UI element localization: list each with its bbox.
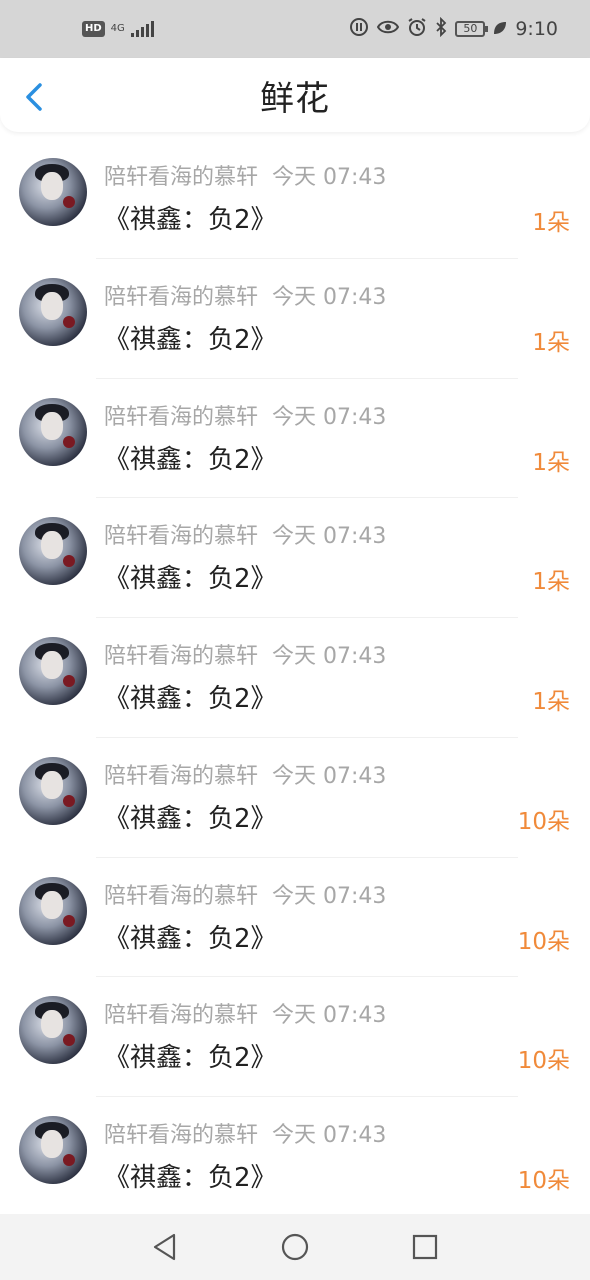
timestamp: 今天 07:43 (272, 1003, 387, 1029)
status-left: HD 4G (82, 21, 154, 37)
status-right: 50 9:10 (349, 16, 558, 42)
list-item[interactable]: 陪轩看海的慕轩 今天 07:43 《祺鑫：负2》 1朵 (0, 618, 590, 738)
book-title[interactable]: 《祺鑫：负2》 (104, 918, 277, 955)
user-name[interactable]: 陪轩看海的慕轩 (104, 644, 258, 669)
nav-home-icon[interactable] (280, 1232, 310, 1262)
flower-count: 10朵 (517, 928, 570, 955)
user-name[interactable]: 陪轩看海的慕轩 (104, 764, 258, 789)
status-bar: HD 4G 50 9:10 (0, 0, 590, 58)
timestamp: 今天 07:43 (272, 763, 387, 789)
alarm-icon (407, 17, 427, 42)
book-title[interactable]: 《祺鑫：负2》 (104, 199, 277, 236)
book-title[interactable]: 《祺鑫：负2》 (104, 319, 277, 356)
system-nav-bar (0, 1214, 590, 1280)
flower-count: 10朵 (517, 808, 570, 835)
book-title[interactable]: 《祺鑫：负2》 (104, 439, 277, 476)
timestamp: 今天 07:43 (272, 284, 387, 310)
book-title[interactable]: 《祺鑫：负2》 (104, 558, 277, 595)
page-title: 鲜花 (260, 78, 330, 119)
book-title[interactable]: 《祺鑫：负2》 (104, 678, 277, 715)
timestamp: 今天 07:43 (272, 644, 387, 669)
avatar[interactable] (19, 637, 87, 705)
item-meta: 陪轩看海的慕轩 今天 07:43 (104, 758, 386, 790)
flower-count: 1朵 (532, 569, 570, 596)
avatar[interactable] (19, 517, 87, 586)
back-icon[interactable] (22, 82, 46, 112)
user-name[interactable]: 陪轩看海的慕轩 (104, 524, 258, 549)
timestamp: 今天 07:43 (272, 524, 387, 550)
book-title[interactable]: 《祺鑫：负2》 (104, 1037, 277, 1074)
avatar[interactable] (19, 277, 87, 346)
list-item[interactable]: 陪轩看海的慕轩 今天 07:43 《祺鑫：负2》 1朵 (0, 498, 590, 618)
eye-icon (377, 19, 400, 40)
avatar[interactable] (19, 756, 87, 825)
timestamp: 今天 07:43 (272, 883, 387, 909)
item-meta: 陪轩看海的慕轩 今天 07:43 (104, 638, 386, 670)
user-name[interactable]: 陪轩看海的慕轩 (104, 405, 258, 430)
signal-icon (130, 21, 154, 37)
user-name[interactable]: 陪轩看海的慕轩 (104, 1123, 258, 1148)
item-meta: 陪轩看海的慕轩 今天 07:43 (104, 1117, 386, 1149)
list-item[interactable]: 陪轩看海的慕轩 今天 07:43 《祺鑫：负2》 10朵 (0, 977, 590, 1097)
list-item[interactable]: 陪轩看海的慕轩 今天 07:43 《祺鑫：负2》 10朵 (0, 858, 590, 978)
timestamp: 今天 07:43 (272, 1123, 387, 1148)
list-item[interactable]: 陪轩看海的慕轩 今天 07:43 《祺鑫：负2》 10朵 (0, 1097, 590, 1217)
flower-count: 10朵 (517, 1168, 570, 1194)
avatar[interactable] (19, 876, 87, 945)
timestamp: 今天 07:43 (272, 165, 387, 190)
user-name[interactable]: 陪轩看海的慕轩 (104, 165, 258, 190)
header: 鲜花 (0, 58, 590, 132)
avatar[interactable] (19, 1116, 87, 1184)
list-item[interactable]: 陪轩看海的慕轩 今天 07:43 《祺鑫：负2》 10朵 (0, 738, 590, 858)
avatar[interactable] (19, 996, 87, 1065)
nav-recents-icon[interactable] (410, 1232, 440, 1262)
clock: 9:10 (515, 18, 558, 40)
flower-count: 10朵 (517, 1048, 570, 1075)
avatar[interactable] (19, 158, 87, 226)
nav-back-icon[interactable] (150, 1232, 180, 1262)
hd-icon: HD (82, 21, 105, 37)
item-meta: 陪轩看海的慕轩 今天 07:43 (104, 518, 386, 550)
item-meta: 陪轩看海的慕轩 今天 07:43 (104, 997, 386, 1029)
bluetooth-icon (435, 16, 447, 42)
book-title[interactable]: 《祺鑫：负2》 (104, 1157, 277, 1194)
timestamp: 今天 07:43 (272, 404, 387, 430)
item-meta: 陪轩看海的慕轩 今天 07:43 (104, 399, 386, 431)
flower-count: 1朵 (532, 449, 570, 476)
user-name[interactable]: 陪轩看海的慕轩 (104, 285, 258, 310)
flower-count: 1朵 (532, 689, 570, 715)
user-name[interactable]: 陪轩看海的慕轩 (104, 884, 258, 909)
data-saver-icon (349, 17, 369, 42)
battery-icon: 50 (455, 21, 489, 37)
leaf-icon (493, 19, 507, 40)
book-title[interactable]: 《祺鑫：负2》 (104, 798, 277, 835)
flower-count: 1朵 (532, 329, 570, 356)
item-meta: 陪轩看海的慕轩 今天 07:43 (104, 878, 386, 910)
item-meta: 陪轩看海的慕轩 今天 07:43 (104, 159, 386, 191)
list-item[interactable]: 陪轩看海的慕轩 今天 07:43 《祺鑫：负2》 1朵 (0, 139, 590, 259)
item-meta: 陪轩看海的慕轩 今天 07:43 (104, 279, 386, 311)
list-item[interactable]: 陪轩看海的慕轩 今天 07:43 《祺鑫：负2》 1朵 (0, 259, 590, 379)
flower-list: 陪轩看海的慕轩 今天 07:43 《祺鑫：负2》 1朵 陪轩看海的慕轩 今天 07:… (0, 139, 590, 1217)
list-item[interactable]: 陪轩看海的慕轩 今天 07:43 《祺鑫：负2》 1朵 (0, 379, 590, 499)
flower-count: 1朵 (532, 210, 570, 236)
user-name[interactable]: 陪轩看海的慕轩 (104, 1003, 258, 1028)
avatar[interactable] (19, 397, 87, 466)
network-type: 4G (110, 23, 125, 34)
